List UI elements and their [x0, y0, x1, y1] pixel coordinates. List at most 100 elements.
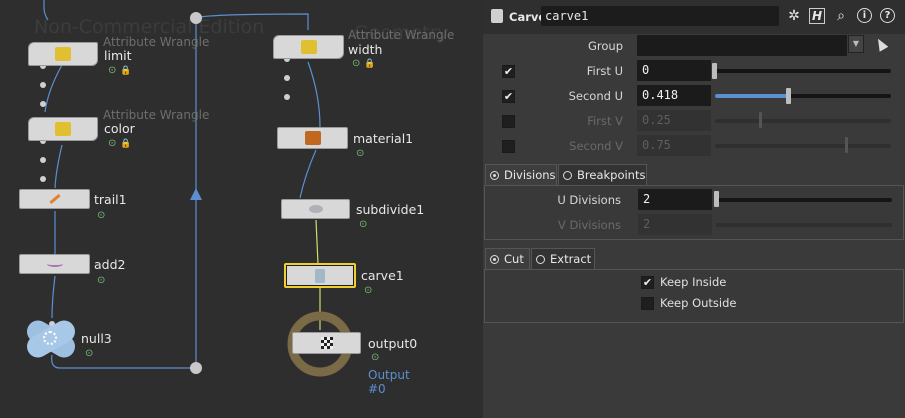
- node-name-label: subdivide1: [356, 202, 425, 217]
- group-menu-button[interactable]: ▼: [848, 35, 864, 53]
- u-divisions-label: U Divisions: [557, 193, 621, 207]
- trail-icon: [48, 193, 61, 205]
- parameter-pane: Carve carve1 ✲ H ⌕ i ? Group ▼ ✔ First U…: [483, 0, 905, 418]
- lock-icon: 🔒: [364, 59, 376, 69]
- node-flags: ⊙ 🔒: [108, 138, 132, 149]
- first-v-row: First V 0.25: [483, 109, 905, 133]
- node-type-label: Attribute Wrangle: [103, 108, 210, 122]
- cut-panel: ✔ Keep Inside Keep Outside: [484, 269, 904, 323]
- second-v-slider: [715, 144, 891, 148]
- node-type-label: Attribute Wrangle: [348, 28, 455, 42]
- v-divisions-label: V Divisions: [557, 218, 621, 232]
- u-divisions-field[interactable]: 2: [638, 189, 712, 210]
- first-v-slider-thumb: [759, 112, 762, 128]
- u-divisions-slider[interactable]: [716, 198, 892, 202]
- output-checker-icon: [320, 337, 333, 349]
- first-v-enable-checkbox[interactable]: [502, 115, 515, 128]
- wrangle-icon: [300, 40, 317, 54]
- carve-icon: [315, 268, 325, 283]
- first-u-row: ✔ First U 0: [483, 59, 905, 83]
- radio-off-icon: [563, 171, 572, 180]
- network-editor[interactable]: Non-Commercial Edition Geometry Attribut…: [0, 0, 483, 418]
- first-u-label: First U: [586, 64, 623, 78]
- keep-inside-label: Keep Inside: [660, 275, 727, 289]
- v-divisions-field: 2: [638, 214, 712, 235]
- add-curve-icon: [46, 261, 63, 267]
- second-v-label: Second V: [569, 139, 623, 153]
- tab-divisions[interactable]: Divisions: [485, 164, 557, 185]
- node-name-label: material1: [353, 131, 414, 146]
- node-name-label: limit: [104, 48, 132, 63]
- node-name-label: add2: [94, 257, 126, 272]
- search-icon[interactable]: ⌕: [833, 8, 849, 24]
- gear-icon[interactable]: ✲: [786, 8, 802, 24]
- group-field[interactable]: [637, 35, 847, 56]
- first-u-enable-checkbox[interactable]: ✔: [502, 65, 515, 78]
- lock-icon: 🔒: [120, 66, 132, 76]
- wrangle-icon: [55, 47, 71, 61]
- second-v-enable-checkbox[interactable]: [502, 140, 515, 153]
- node-name-label: output0: [368, 336, 418, 351]
- node-flags: ⊙: [97, 275, 106, 286]
- radio-off-icon: [536, 255, 545, 264]
- node-type-label: Attribute Wrangle: [103, 35, 210, 49]
- tab-divisions-label: Divisions: [504, 168, 556, 182]
- wire-dot-bottom: [190, 362, 202, 374]
- node-flags: ⊙: [371, 352, 380, 363]
- node-name-field[interactable]: carve1: [541, 6, 779, 26]
- node-name-label: null3: [81, 331, 112, 346]
- arrow-select-icon[interactable]: [873, 36, 889, 52]
- material-icon: [304, 131, 321, 145]
- tab-extract-label: Extract: [550, 252, 592, 266]
- second-v-slider-thumb: [845, 137, 848, 153]
- node-name-label: width: [348, 42, 383, 57]
- first-u-field[interactable]: 0: [637, 60, 711, 81]
- info-icon[interactable]: i: [857, 8, 872, 23]
- keep-outside-checkbox[interactable]: [641, 297, 654, 310]
- keep-inside-checkbox[interactable]: ✔: [641, 276, 654, 289]
- node-flags: ⊙: [85, 348, 94, 359]
- subdivide-icon: [308, 205, 323, 213]
- u-divisions-slider-thumb[interactable]: [714, 191, 719, 207]
- second-u-label: Second U: [568, 89, 623, 103]
- first-u-slider-thumb[interactable]: [712, 63, 717, 79]
- group-label: Group: [587, 39, 623, 53]
- second-u-slider[interactable]: [715, 94, 891, 98]
- second-u-field[interactable]: 0.418: [637, 85, 711, 106]
- wrangle-icon: [55, 122, 71, 136]
- keep-outside-label: Keep Outside: [660, 296, 737, 310]
- v-divisions-slider: [716, 223, 892, 227]
- lock-icon: 🔒: [120, 139, 132, 149]
- divisions-panel: U Divisions 2 V Divisions 2: [484, 185, 904, 240]
- node-flags: ⊙: [364, 285, 373, 296]
- houdini-help-icon[interactable]: H: [809, 8, 825, 24]
- second-v-row: Second V 0.75: [483, 134, 905, 158]
- tab-extract[interactable]: Extract: [531, 248, 595, 269]
- tab-cut-label: Cut: [504, 252, 524, 266]
- null-center-icon: [43, 331, 57, 345]
- tab-cut[interactable]: Cut: [485, 248, 530, 269]
- node-name-label: trail1: [94, 192, 127, 207]
- node-flags: ⊙: [356, 148, 365, 159]
- node-flags: ⊙ 🔒: [108, 65, 132, 76]
- node-flags: ⊙: [359, 219, 368, 230]
- first-v-label: First V: [587, 114, 623, 128]
- second-u-row: ✔ Second U 0.418: [483, 84, 905, 108]
- tab-breakpoints-label: Breakpoints: [577, 168, 646, 182]
- wire-direction-arrow: [190, 188, 202, 200]
- node-name-label: carve1: [361, 268, 404, 283]
- node-flags: ⊙: [97, 210, 106, 221]
- group-row: Group ▼: [483, 34, 905, 58]
- second-u-enable-checkbox[interactable]: ✔: [502, 90, 515, 103]
- tab-breakpoints[interactable]: Breakpoints: [558, 164, 647, 185]
- output-index-label: Output #0: [368, 368, 410, 396]
- radio-on-icon: [490, 171, 499, 180]
- node-flags: ⊙ 🔒: [352, 58, 376, 69]
- param-header: Carve carve1 ✲ H ⌕ i ?: [483, 0, 905, 34]
- second-u-slider-thumb[interactable]: [786, 88, 791, 104]
- radio-on-icon: [490, 255, 499, 264]
- first-v-slider: [715, 119, 891, 123]
- first-u-slider[interactable]: [715, 69, 891, 73]
- help-icon[interactable]: ?: [880, 8, 895, 23]
- carve-node-icon: [491, 9, 503, 23]
